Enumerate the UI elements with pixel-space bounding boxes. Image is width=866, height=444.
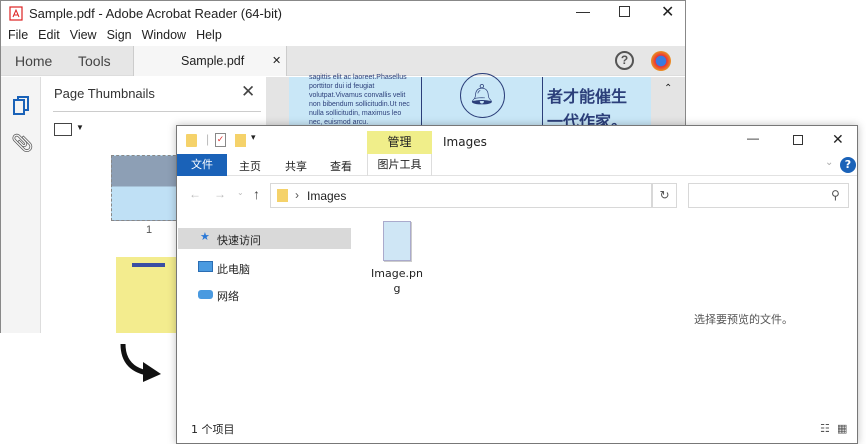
nav-network[interactable]: 网络 xyxy=(178,284,351,305)
tab-picture-tools[interactable]: 图片工具 xyxy=(367,154,432,176)
expand-ribbon-icon[interactable]: ⌄ xyxy=(825,157,833,168)
tab-bar: Home Tools Sample.pdf ✕ ? xyxy=(1,46,685,76)
file-item[interactable]: Image.pn g xyxy=(367,220,427,295)
window-title: Sample.pdf - Adobe Acrobat Reader (64-bi… xyxy=(29,6,282,21)
computer-icon xyxy=(198,261,213,272)
search-input[interactable] xyxy=(692,187,822,204)
star-icon: ★ xyxy=(200,230,210,243)
search-icon: ⚲ xyxy=(831,188,840,202)
large-icons-view-icon[interactable]: ▦ xyxy=(837,422,847,435)
tab-document[interactable]: Sample.pdf ✕ xyxy=(133,46,287,76)
explorer-window: | ✓ ▾ 管理 Images — ✕ 文件 主页 共享 查看 图片工具 ⌄ ?… xyxy=(176,125,858,444)
new-folder-icon[interactable] xyxy=(235,134,246,147)
address-bar[interactable]: › Images xyxy=(270,183,652,208)
menu-file[interactable]: File xyxy=(8,25,28,46)
minimize-button[interactable]: — xyxy=(747,131,759,145)
maximize-button[interactable] xyxy=(793,135,803,145)
recent-locations-icon[interactable]: ⌄ xyxy=(237,188,244,197)
nav-label: 快速访问 xyxy=(217,234,261,247)
thumbnail-page-1[interactable] xyxy=(111,155,181,221)
menu-bar: File Edit View Sign Window Help xyxy=(1,25,685,46)
tab-view[interactable]: 查看 xyxy=(330,158,352,174)
breadcrumb-chevron-icon: › xyxy=(295,188,299,202)
help-icon[interactable]: ? xyxy=(840,157,856,173)
tab-document-label: Sample.pdf xyxy=(181,54,245,68)
avatar[interactable] xyxy=(651,51,671,71)
forward-button[interactable]: → xyxy=(214,187,226,201)
menu-sign[interactable]: Sign xyxy=(107,25,132,46)
thumbnail-page-2[interactable] xyxy=(116,257,181,333)
curved-arrow-icon xyxy=(120,343,161,382)
nav-this-pc[interactable]: 此电脑 xyxy=(178,257,351,278)
panel-title: Page Thumbnails xyxy=(54,86,155,101)
tab-tools[interactable]: Tools xyxy=(78,53,111,69)
file-name: Image.pn g xyxy=(371,267,423,295)
status-bar-count: 1 个项目 xyxy=(191,423,235,436)
attachment-icon[interactable]: 📎︎ xyxy=(11,133,34,154)
divider xyxy=(53,111,261,112)
preview-message: 选择要预览的文件。 xyxy=(694,313,793,326)
menu-view[interactable]: View xyxy=(70,25,97,46)
navigation-pane: ★ 快速访问 此电脑 网络 xyxy=(177,226,352,416)
network-icon xyxy=(198,290,213,299)
thumbnail-page-number: 1 xyxy=(146,224,153,236)
menu-help[interactable]: Help xyxy=(196,25,222,46)
maximize-button[interactable] xyxy=(619,6,630,17)
customize-toolbar-icon[interactable]: ▾ xyxy=(251,132,256,143)
bell-icon: 🔔︎ xyxy=(459,73,505,118)
address-text: Images xyxy=(307,189,347,203)
minimize-button[interactable]: — xyxy=(576,3,590,19)
details-view-icon[interactable]: ☷ xyxy=(820,422,830,435)
acrobat-title-bar: Sample.pdf - Adobe Acrobat Reader (64-bi… xyxy=(1,1,685,25)
back-button[interactable]: ← xyxy=(189,187,201,201)
close-tab-icon[interactable]: ✕ xyxy=(272,54,281,67)
page-body-text: sagittis elit ac laoreet.Phasellus portt… xyxy=(309,74,410,126)
nav-quick-access[interactable]: ★ 快速访问 xyxy=(178,228,351,249)
tab-file[interactable]: 文件 xyxy=(177,154,227,176)
close-button[interactable]: ✕ xyxy=(832,131,844,148)
image-file-icon xyxy=(383,221,411,261)
menu-edit[interactable]: Edit xyxy=(38,25,60,46)
left-rail: 📎︎ xyxy=(1,77,41,333)
tab-home[interactable]: 主页 xyxy=(239,158,261,174)
address-row: ← → ⌄ ↑ › Images ↻ ⚲ xyxy=(177,182,857,210)
explorer-title: Images xyxy=(443,135,487,149)
chevron-down-icon[interactable]: ▼ xyxy=(76,123,84,132)
context-tab-manage[interactable]: 管理 xyxy=(367,131,432,154)
tab-share[interactable]: 共享 xyxy=(285,158,307,174)
pdf-icon xyxy=(9,6,23,21)
folder-icon xyxy=(277,189,288,202)
folder-icon xyxy=(186,134,197,147)
explorer-title-bar: | ✓ ▾ 管理 Images — ✕ xyxy=(177,126,857,154)
properties-icon[interactable]: ✓ xyxy=(215,133,226,147)
page-column: 🔔︎ xyxy=(421,73,543,132)
nav-label: 此电脑 xyxy=(217,263,250,276)
up-button[interactable]: ↑ xyxy=(253,186,260,202)
search-box[interactable]: ⚲ xyxy=(688,183,849,208)
scroll-up-button[interactable]: ⌃ xyxy=(664,83,672,94)
close-panel-icon[interactable]: ✕ xyxy=(241,82,255,102)
nav-label: 网络 xyxy=(217,290,239,303)
tab-home[interactable]: Home xyxy=(15,53,52,69)
menu-window[interactable]: Window xyxy=(142,25,186,46)
refresh-button[interactable]: ↻ xyxy=(652,183,677,208)
page-thumbnails-icon[interactable] xyxy=(12,95,30,117)
document-page: sagittis elit ac laoreet.Phasellus portt… xyxy=(289,73,651,132)
close-button[interactable]: ✕ xyxy=(661,2,674,22)
separator: | xyxy=(206,132,210,146)
thumbnail-options-icon[interactable] xyxy=(54,123,72,136)
help-icon[interactable]: ? xyxy=(615,51,634,70)
ribbon-tabs: 文件 主页 共享 查看 图片工具 ⌄ ? xyxy=(177,154,857,176)
